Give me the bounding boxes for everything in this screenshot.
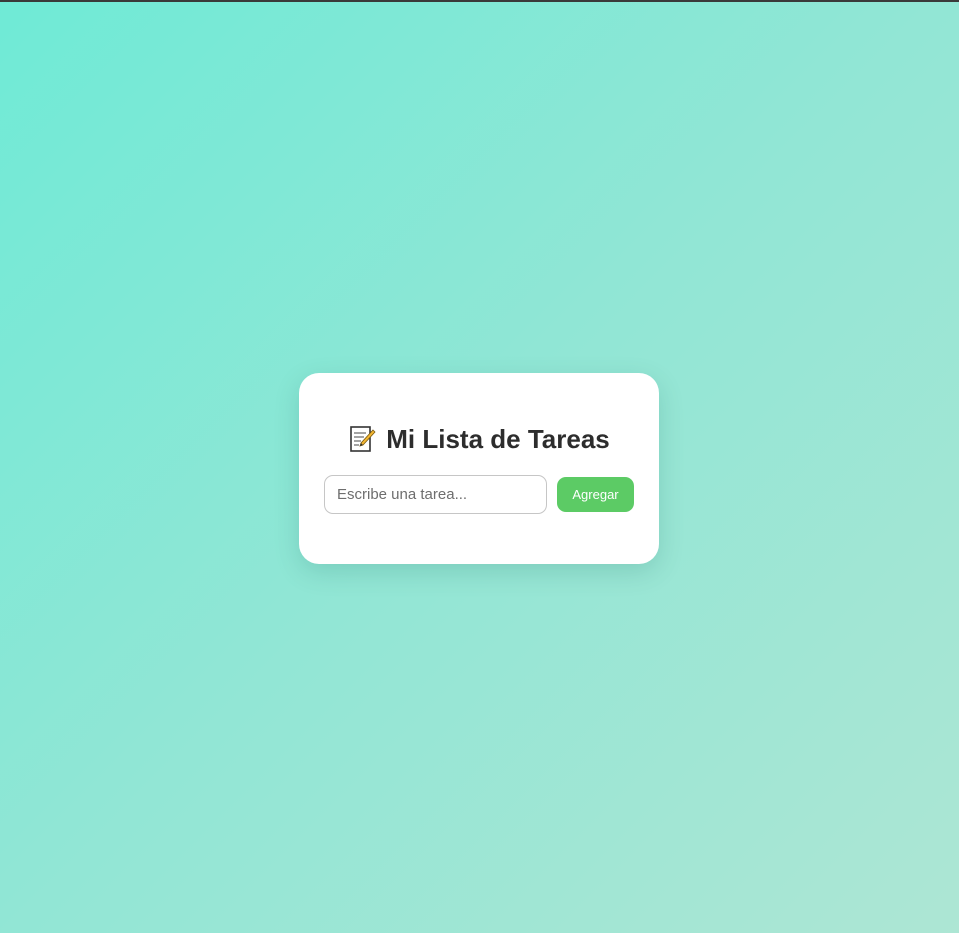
task-input[interactable] <box>324 475 547 514</box>
page-title: Mi Lista de Tareas <box>386 424 610 454</box>
header: Mi Lista de Tareas <box>299 423 659 455</box>
memo-icon <box>348 425 376 453</box>
todo-card: Mi Lista de Tareas Agregar <box>299 373 659 564</box>
add-task-button[interactable]: Agregar <box>557 477 634 512</box>
